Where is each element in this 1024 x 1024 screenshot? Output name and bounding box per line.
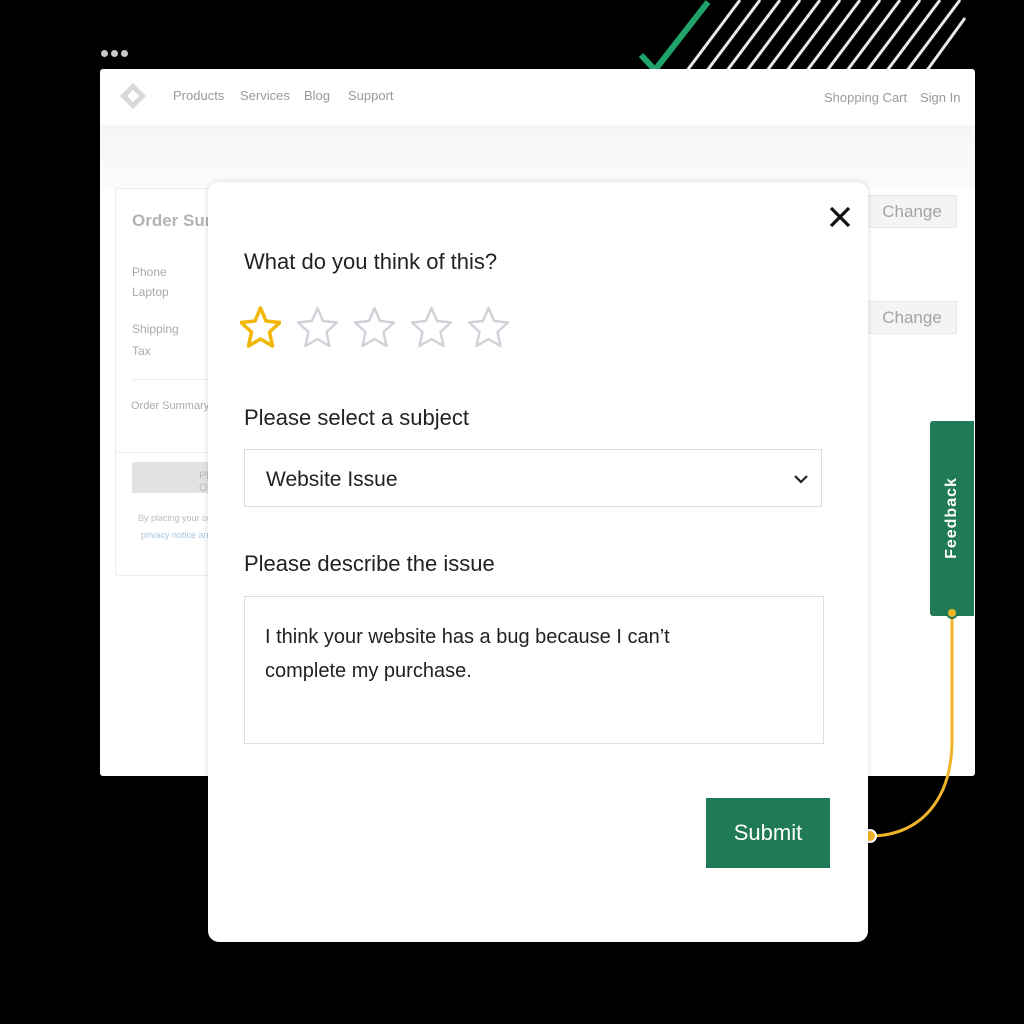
check-icon — [638, 0, 711, 75]
feedback-tab[interactable]: Feedback — [930, 421, 974, 616]
star-icon[interactable] — [354, 306, 395, 350]
nav-link-sign-in[interactable]: Sign In — [920, 90, 960, 105]
logo-icon — [120, 83, 146, 109]
change-button-1[interactable]: Change — [867, 195, 957, 228]
page-header-band — [100, 125, 975, 189]
order-summary-subtotal: Order Summary — [131, 400, 210, 412]
star-rating — [240, 306, 509, 350]
connector-line — [863, 607, 958, 843]
close-icon[interactable] — [827, 204, 853, 230]
submit-button[interactable]: Submit — [706, 798, 830, 868]
nav-link-services[interactable]: Services — [240, 88, 290, 103]
feedback-modal: What do you think of this? Please select… — [208, 182, 868, 942]
star-icon[interactable] — [240, 306, 281, 350]
nav-link-products[interactable]: Products — [173, 88, 224, 103]
order-tax: Tax — [132, 344, 151, 358]
privacy-notice-link[interactable]: privacy notice and — [141, 530, 214, 540]
window-dots — [101, 50, 128, 57]
chevron-down-icon — [794, 475, 808, 484]
decorative-stripes — [638, 0, 967, 80]
star-icon[interactable] — [297, 306, 338, 350]
order-item-phone: Phone — [132, 265, 167, 279]
feedback-tab-label: Feedback — [943, 477, 960, 559]
description-text: I think your website has a bug because I… — [265, 626, 670, 682]
description-label: Please describe the issue — [244, 551, 495, 576]
subject-select-value: Website Issue — [266, 468, 398, 491]
top-nav: Products Services Blog Support Shopping … — [100, 69, 975, 125]
description-textarea[interactable]: I think your website has a bug because I… — [244, 596, 824, 744]
order-item-laptop: Laptop — [132, 285, 169, 299]
rating-question: What do you think of this? — [244, 249, 498, 274]
nav-link-blog[interactable]: Blog — [304, 88, 330, 103]
nav-link-shopping-cart[interactable]: Shopping Cart — [824, 90, 907, 105]
star-icon[interactable] — [468, 306, 509, 350]
change-button-2[interactable]: Change — [867, 301, 957, 334]
star-icon[interactable] — [411, 306, 452, 350]
subject-label: Please select a subject — [244, 405, 470, 430]
order-shipping: Shipping — [132, 322, 179, 336]
subject-select[interactable]: Website Issue — [244, 449, 822, 507]
nav-link-support[interactable]: Support — [348, 88, 394, 103]
